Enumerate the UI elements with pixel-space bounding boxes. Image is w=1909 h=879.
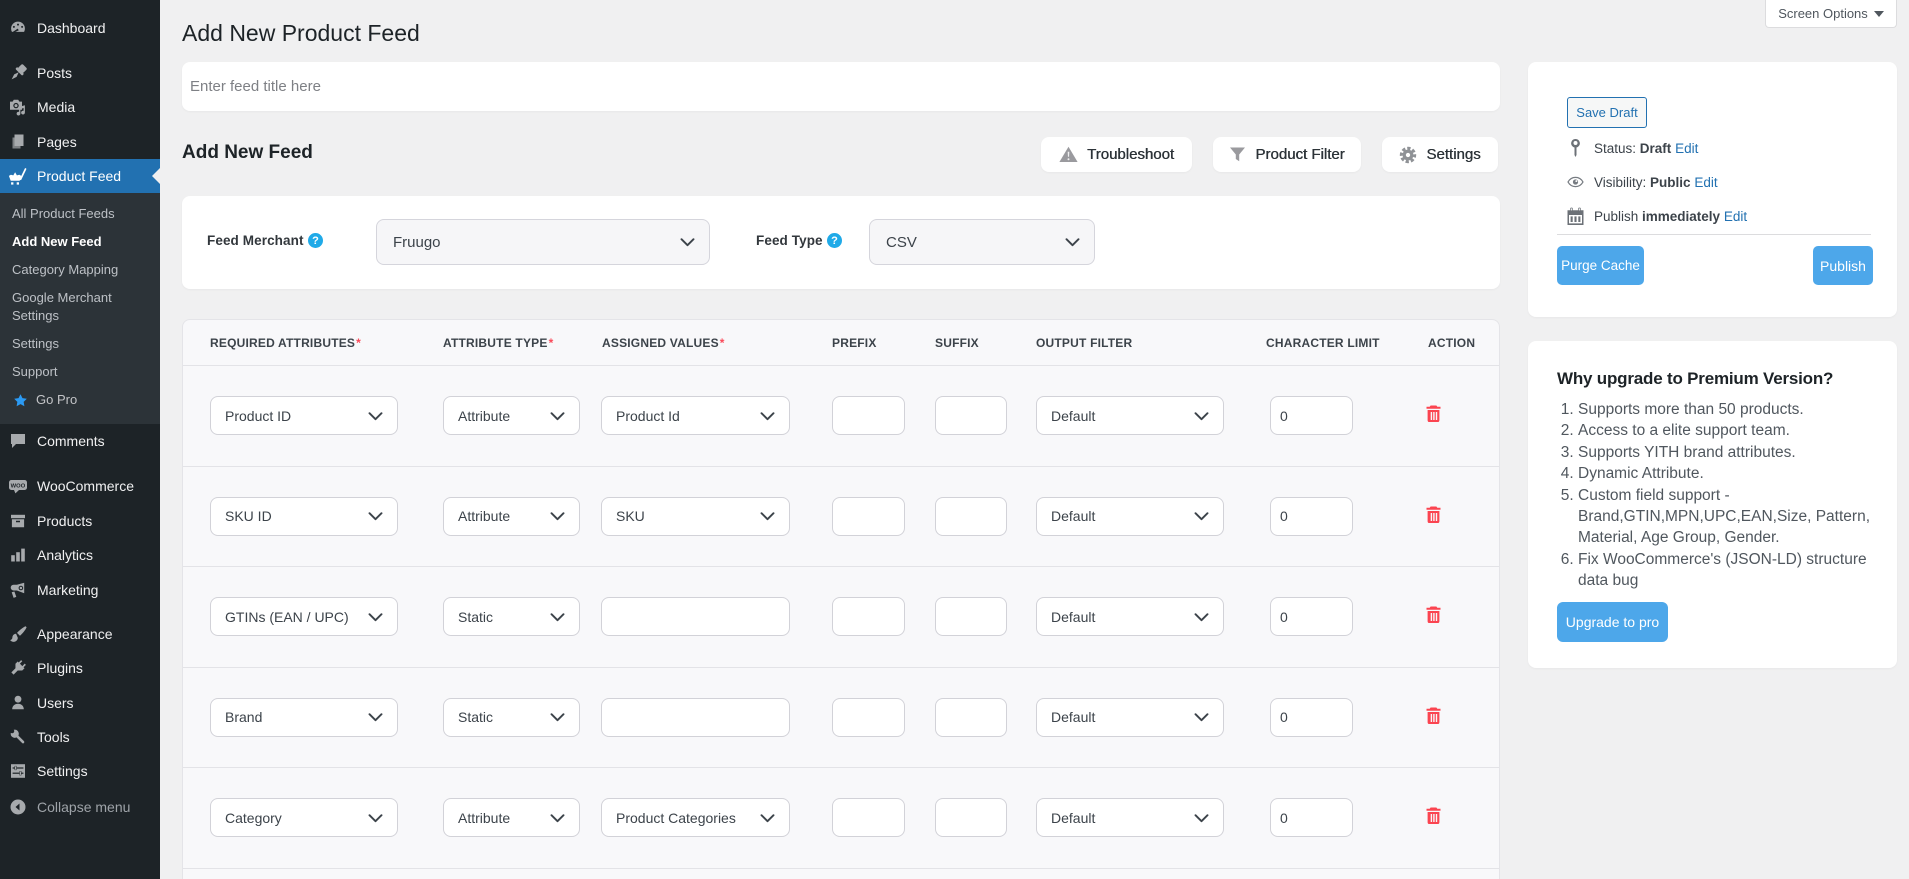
svg-text:WOO: WOO [11,483,26,489]
